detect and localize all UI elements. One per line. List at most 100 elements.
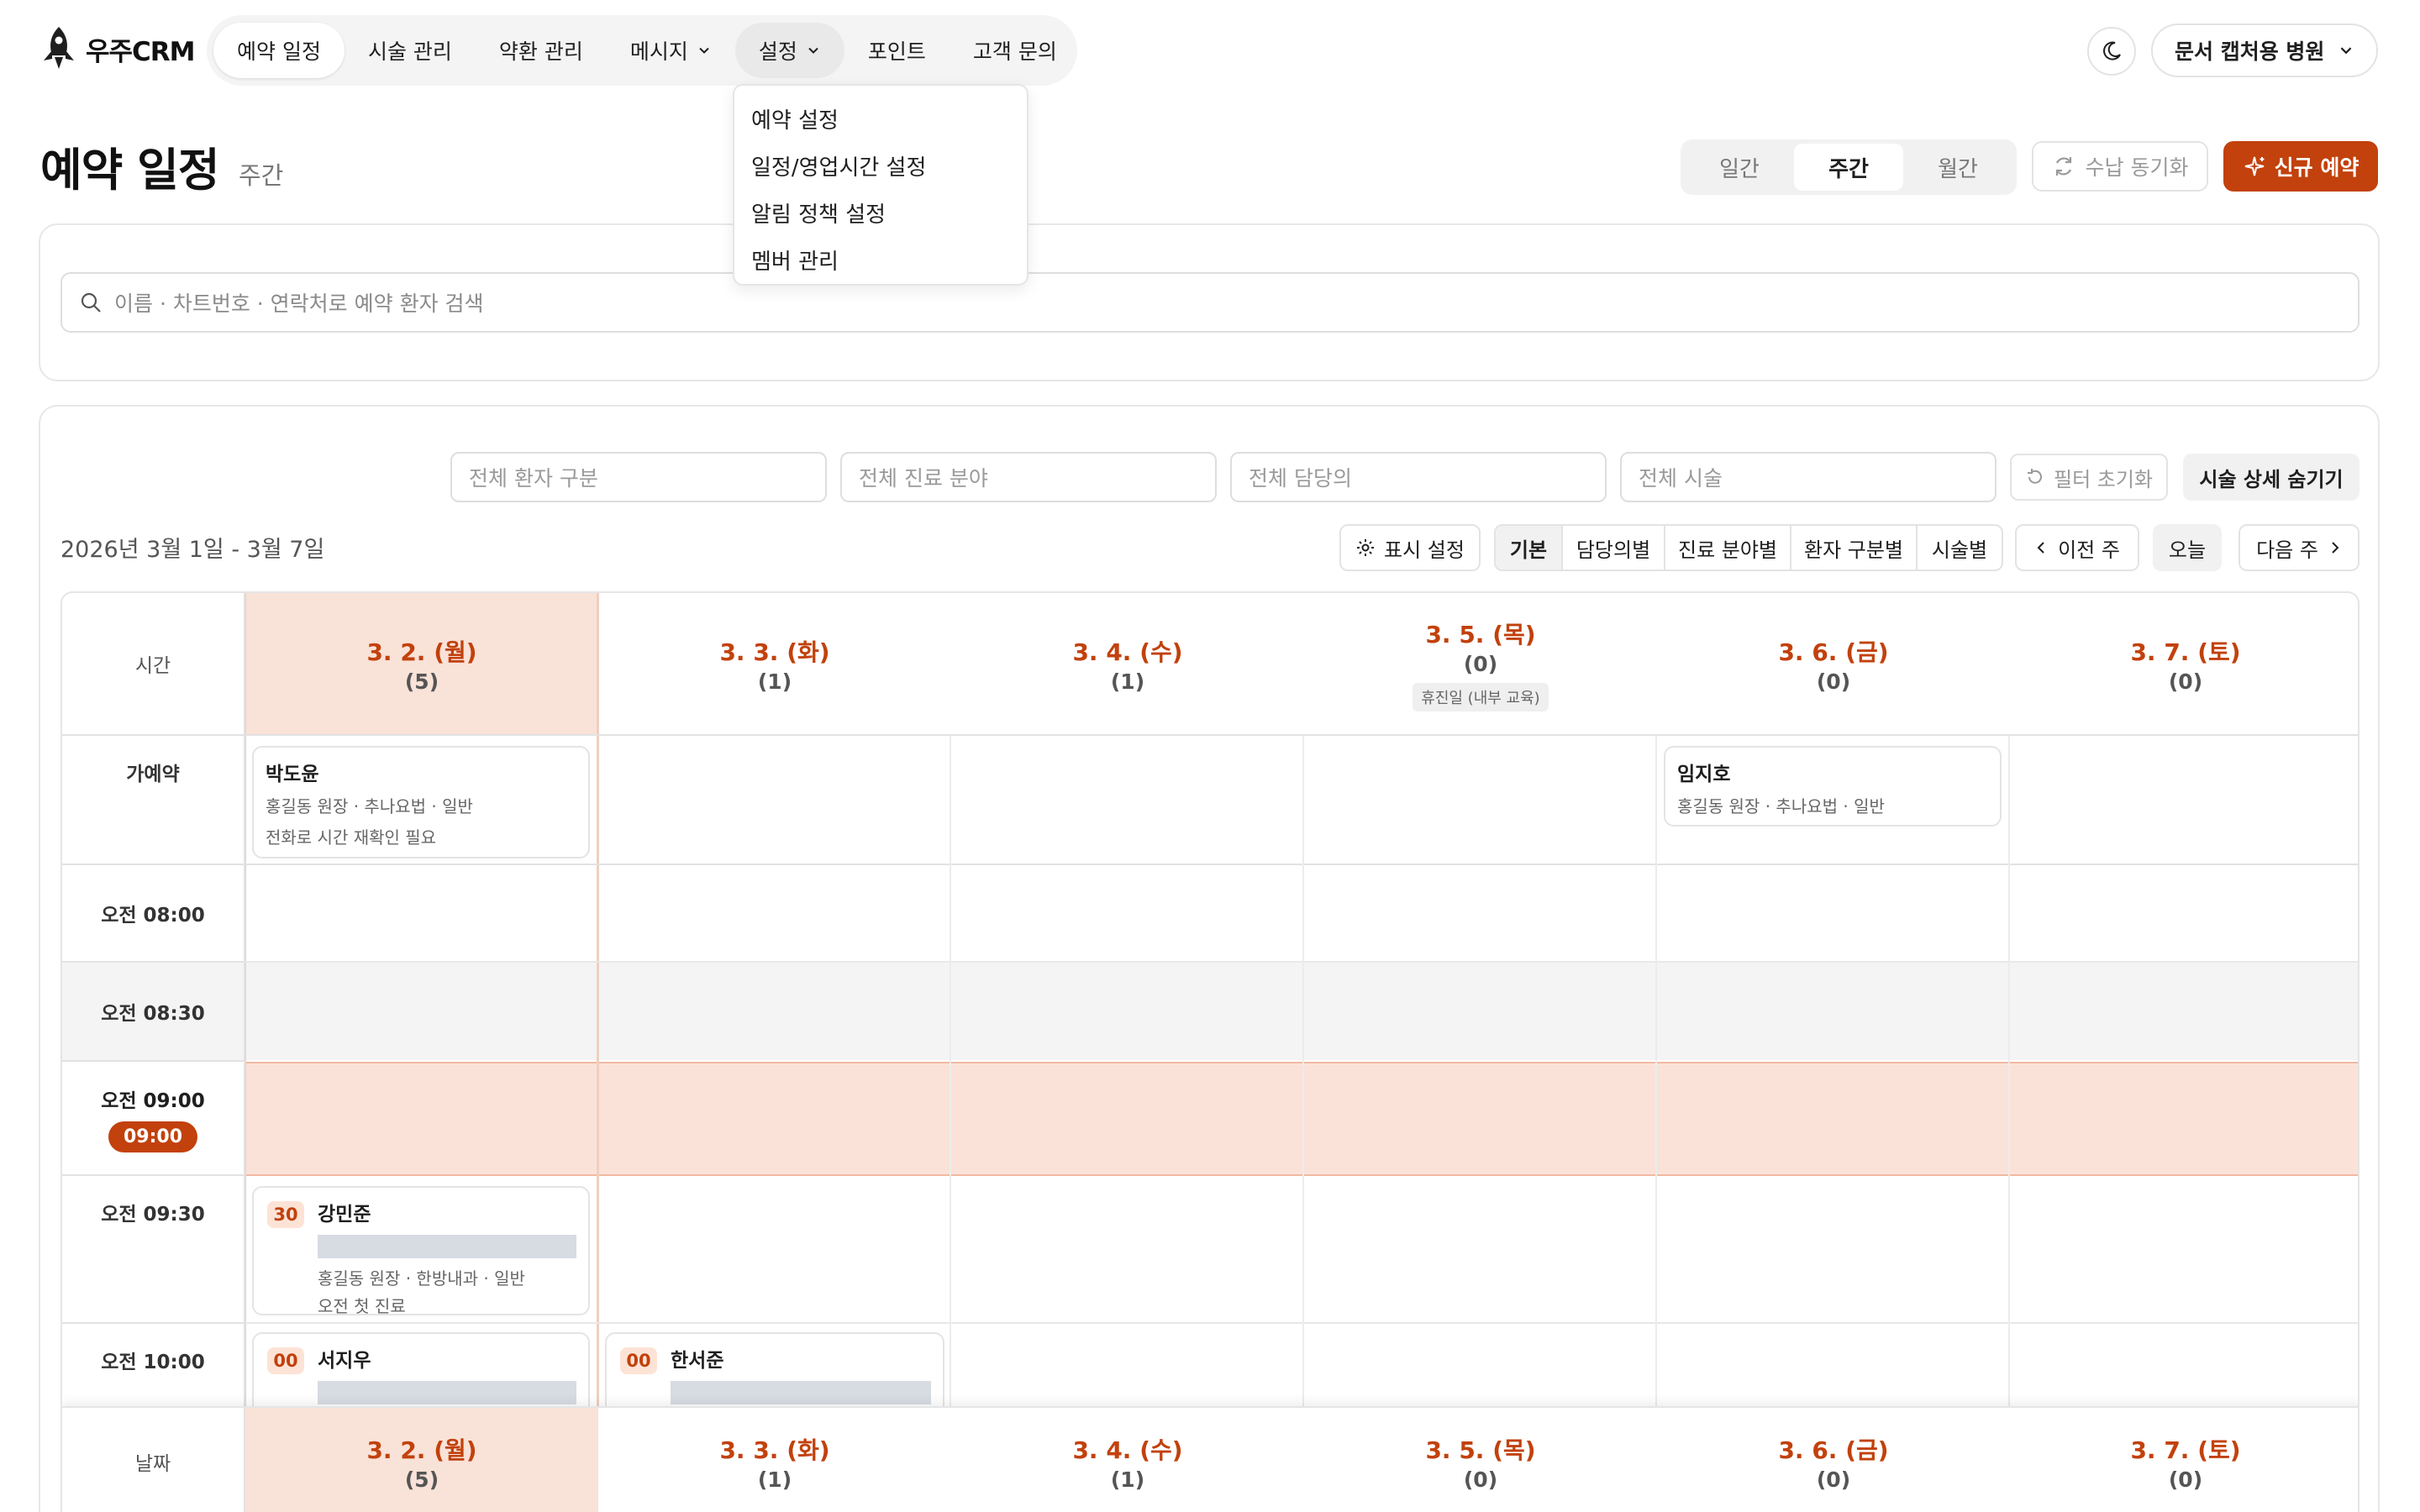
page-subtitle: 주간 bbox=[239, 161, 284, 190]
day-header-thu[interactable]: 3. 5. (목) (0) 휴진일 (내부 교육) bbox=[1304, 593, 1657, 736]
group-tab-basic[interactable]: 기본 bbox=[1496, 526, 1563, 570]
day-count: (0) bbox=[2168, 669, 2203, 694]
new-reservation-label: 신규 예약 bbox=[2274, 155, 2360, 180]
appointment-card[interactable]: 30 강민준 홍길동 원장 · 한방내과 · 일반 오전 첫 진료 bbox=[252, 1186, 590, 1315]
row-label-text: 오전 09:00 bbox=[101, 1089, 205, 1112]
tentative-appointment-card[interactable]: 임지호 홍길동 원장 · 추나요법 · 일반 bbox=[1664, 746, 2002, 827]
app-logo[interactable]: 우주CRM bbox=[39, 25, 196, 72]
prev-label: 이전 주 bbox=[2058, 538, 2120, 562]
grid-line bbox=[1655, 736, 1657, 1408]
display-settings-label: 표시 설정 bbox=[1384, 538, 1465, 562]
day-count: (5) bbox=[404, 1467, 439, 1492]
new-reservation-button[interactable]: 신규 예약 bbox=[2223, 141, 2378, 192]
footer-day-tue[interactable]: 3. 3. (화) (1) bbox=[598, 1408, 951, 1512]
patient-search-input[interactable]: 이름 · 차트번호 · 연락처로 예약 환자 검색 bbox=[60, 272, 2360, 333]
chevron-down-icon bbox=[808, 47, 818, 54]
appointment-note: 오전 첫 진료 bbox=[318, 1296, 406, 1315]
appointment-minute-badge: 30 bbox=[267, 1201, 304, 1228]
nav-label: 약환 관리 bbox=[498, 39, 583, 64]
day-date: 3. 5. (목) bbox=[1425, 1436, 1536, 1464]
group-tab-department[interactable]: 진료 분야별 bbox=[1665, 526, 1791, 570]
group-tab-procedure[interactable]: 시술별 bbox=[1918, 526, 2002, 570]
closed-row-background bbox=[62, 963, 2358, 1060]
day-date: 3. 3. (화) bbox=[719, 638, 830, 666]
nav-schedule[interactable]: 예약 일정 bbox=[213, 23, 345, 78]
patient-name: 임지호 bbox=[1677, 764, 1731, 785]
row-label-0830: 오전 08:30 bbox=[62, 963, 245, 1062]
nav-label: 예약 일정 bbox=[237, 39, 321, 64]
appointment-minute-badge: 00 bbox=[267, 1347, 304, 1374]
day-header-fri[interactable]: 3. 6. (금) (0) bbox=[1657, 593, 2010, 736]
appointment-body: 서지우 bbox=[318, 1344, 576, 1404]
nav-label: 시술 관리 bbox=[367, 39, 452, 64]
appointment-body: 강민준 홍길동 원장 · 한방내과 · 일반 오전 첫 진료 bbox=[318, 1198, 576, 1315]
day-date: 3. 2. (월) bbox=[366, 638, 477, 666]
rocket-icon bbox=[44, 27, 74, 69]
row-label-tentative: 가예약 bbox=[62, 736, 245, 865]
nav-label: 포인트 bbox=[867, 39, 926, 64]
holiday-badge: 휴진일 (내부 교육) bbox=[1413, 682, 1549, 711]
patient-name: 서지우 bbox=[318, 1350, 371, 1372]
menu-item-reservation-settings[interactable]: 예약 설정 bbox=[734, 97, 1027, 144]
nav-points[interactable]: 포인트 bbox=[844, 23, 950, 78]
menu-item-member-management[interactable]: 멤버 관리 bbox=[734, 239, 1027, 286]
current-time-indicator: 09:00 bbox=[108, 1121, 198, 1152]
top-bar: 우주CRM 예약 일정 시술 관리 약환 관리 메시지 설정 포인트 고객 문의… bbox=[0, 0, 2420, 99]
nav-inquiry[interactable]: 고객 문의 bbox=[950, 23, 1081, 78]
filter-procedure[interactable]: 전체 시술 bbox=[1620, 452, 1996, 502]
display-settings-button[interactable]: 표시 설정 bbox=[1339, 524, 1481, 571]
tentative-appointment-card[interactable]: 박도윤 홍길동 원장 · 추나요법 · 일반 전화로 시간 재확인 필요 bbox=[252, 746, 590, 858]
search-icon bbox=[81, 292, 101, 312]
day-count: (5) bbox=[404, 669, 439, 694]
today-button[interactable]: 오늘 bbox=[2153, 524, 2222, 571]
menu-item-notification-settings[interactable]: 알림 정책 설정 bbox=[734, 192, 1027, 239]
refresh-icon bbox=[2055, 157, 2071, 176]
nav-settings[interactable]: 설정 bbox=[734, 23, 844, 78]
appointment-detail: 홍길동 원장 · 추나요법 · 일반 bbox=[1677, 796, 1885, 816]
nav-procedures[interactable]: 시술 관리 bbox=[345, 23, 476, 78]
patient-name: 박도윤 bbox=[266, 764, 319, 785]
footer-day-wed[interactable]: 3. 4. (수) (1) bbox=[951, 1408, 1304, 1512]
day-count: (1) bbox=[1110, 1467, 1145, 1492]
day-date: 3. 4. (수) bbox=[1072, 638, 1183, 666]
filter-patient-type[interactable]: 전체 환자 구분 bbox=[450, 452, 827, 502]
tab-daily[interactable]: 일간 bbox=[1685, 144, 1794, 191]
footer-day-mon[interactable]: 3. 2. (월) (5) bbox=[245, 1408, 598, 1512]
grid-line bbox=[950, 736, 951, 1408]
day-count: (1) bbox=[1110, 669, 1145, 694]
logo-text: 우주CRM bbox=[86, 36, 196, 67]
nav-messages[interactable]: 메시지 bbox=[607, 23, 735, 78]
nav-pills[interactable]: 약환 관리 bbox=[476, 23, 607, 78]
tab-monthly[interactable]: 월간 bbox=[1903, 144, 2012, 191]
clinic-name: 문서 캡처용 병원 bbox=[2175, 39, 2325, 64]
footer-day-sat[interactable]: 3. 7. (토) (0) bbox=[2010, 1408, 2358, 1512]
theme-toggle-button[interactable] bbox=[2087, 27, 2136, 76]
payment-sync-button[interactable]: 수납 동기화 bbox=[2032, 141, 2208, 192]
moon-icon bbox=[2103, 41, 2121, 60]
filter-doctor[interactable]: 전체 담당의 bbox=[1230, 452, 1607, 502]
day-count: (0) bbox=[1463, 651, 1498, 676]
time-column-header: 시간 bbox=[62, 593, 245, 736]
sync-label: 수납 동기화 bbox=[2085, 155, 2189, 180]
day-header-mon[interactable]: 3. 2. (월) (5) bbox=[245, 593, 598, 736]
day-header-wed[interactable]: 3. 4. (수) (1) bbox=[951, 593, 1304, 736]
group-tab-doctor[interactable]: 담당의별 bbox=[1563, 526, 1665, 570]
appointment-minute-badge: 00 bbox=[620, 1347, 657, 1374]
grouping-tabs: 기본 담당의별 진료 분야별 환자 구분별 시술별 bbox=[1494, 524, 2003, 571]
filter-reset-button[interactable]: 필터 초기화 bbox=[2010, 454, 2168, 501]
hide-procedure-detail-button[interactable]: 시술 상세 숨기기 bbox=[2183, 454, 2360, 501]
group-tab-patient-type[interactable]: 환자 구분별 bbox=[1791, 526, 1918, 570]
day-header-sat[interactable]: 3. 7. (토) (0) bbox=[2010, 593, 2358, 736]
menu-item-hours-settings[interactable]: 일정/영업시간 설정 bbox=[734, 144, 1027, 192]
date-range-label: 2026년 3월 1일 - 3월 7일 bbox=[60, 537, 325, 563]
footer-day-fri[interactable]: 3. 6. (금) (0) bbox=[1657, 1408, 2010, 1512]
tab-weekly[interactable]: 주간 bbox=[1794, 144, 1903, 191]
redacted-field bbox=[318, 1235, 576, 1258]
prev-week-button[interactable]: 이전 주 bbox=[2015, 524, 2139, 571]
filter-department[interactable]: 전체 진료 분야 bbox=[840, 452, 1217, 502]
day-header-tue[interactable]: 3. 3. (화) (1) bbox=[598, 593, 951, 736]
footer-day-thu[interactable]: 3. 5. (목) (0) bbox=[1304, 1408, 1657, 1512]
grid-line bbox=[2008, 736, 2010, 1408]
next-week-button[interactable]: 다음 주 bbox=[2238, 524, 2360, 571]
clinic-selector[interactable]: 문서 캡처용 병원 bbox=[2151, 24, 2378, 77]
